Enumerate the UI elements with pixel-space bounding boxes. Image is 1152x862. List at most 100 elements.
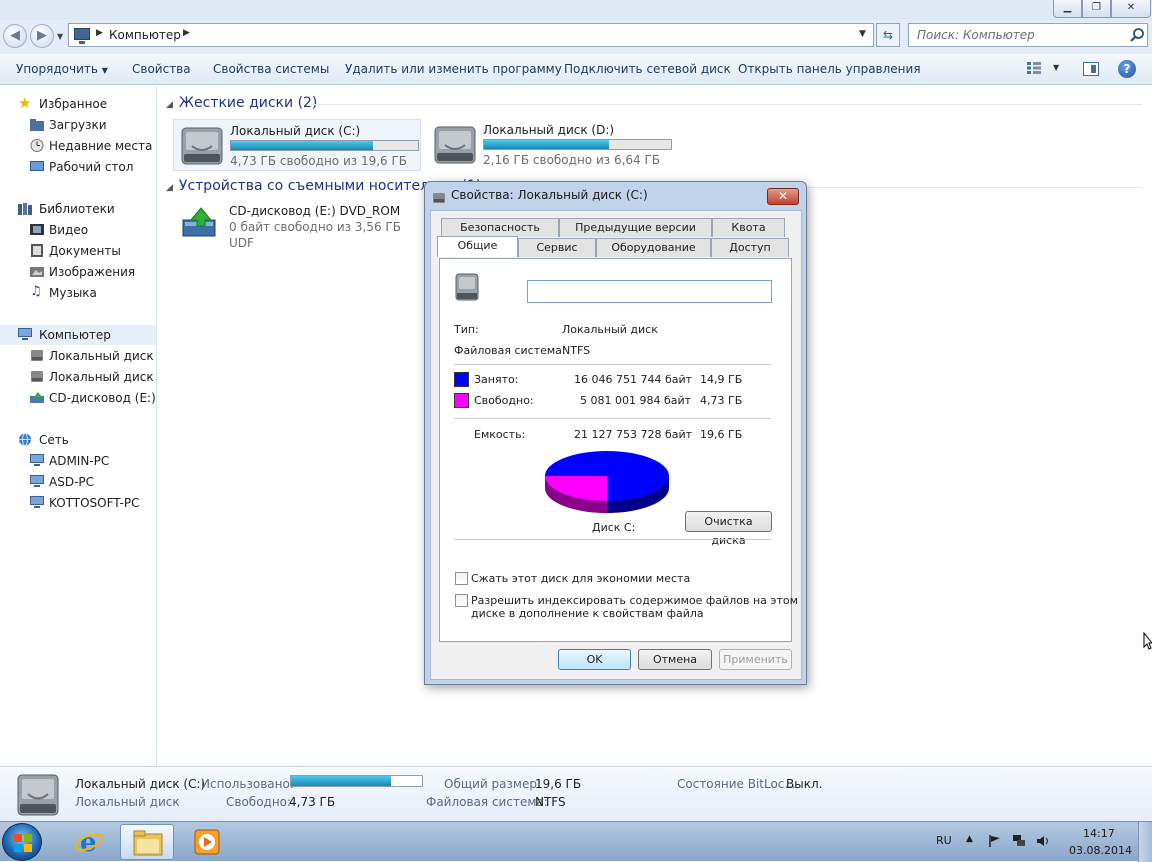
open-control-panel-button[interactable]: Открыть панель управления	[738, 62, 921, 76]
network-tray-icon[interactable]	[1012, 834, 1026, 848]
nav-label: Локальный диск (C:)	[49, 349, 156, 363]
taskbar-media-player[interactable]	[180, 824, 234, 860]
tab-general[interactable]: Общие	[437, 236, 518, 257]
start-button[interactable]	[2, 823, 42, 861]
free-space-swatch	[454, 393, 469, 408]
breadcrumb-computer[interactable]: Компьютер	[109, 28, 181, 42]
search-icon[interactable]	[1129, 27, 1145, 43]
view-options-icon[interactable]	[1027, 62, 1041, 74]
view-dropdown-icon[interactable]: ▼	[1053, 63, 1059, 72]
hard-drive-icon	[31, 350, 43, 361]
nav-documents[interactable]: Документы	[0, 241, 156, 261]
hard-drive-icon	[455, 273, 479, 301]
clock-time[interactable]: 14:17	[1083, 827, 1115, 840]
nav-drive-e[interactable]: CD-дисковод (E:) DVD_ROM	[0, 388, 156, 408]
nav-network-pc[interactable]: KOTTOSOFT-PC	[0, 493, 156, 513]
compress-checkbox[interactable]	[455, 572, 468, 585]
drive-usage-bar	[483, 139, 672, 150]
clock-date[interactable]: 03.08.2014	[1069, 844, 1132, 857]
svg-text:e: e	[80, 828, 97, 856]
details-drive-type: Локальный диск	[75, 795, 180, 809]
used-space-swatch	[454, 372, 469, 387]
nav-pictures[interactable]: Изображения	[0, 262, 156, 282]
collapse-triangle-icon[interactable]: ◢	[166, 183, 173, 193]
drive-tile-e[interactable]: CD-дисковод (E:) DVD_ROM 0 байт свободно…	[173, 200, 421, 252]
system-properties-button[interactable]: Свойства системы	[213, 62, 329, 76]
video-icon	[30, 224, 44, 235]
nav-label: ADMIN-PC	[49, 454, 110, 468]
nav-drive-c[interactable]: Локальный диск (C:)	[0, 346, 156, 366]
ok-button[interactable]: OK	[558, 649, 631, 670]
map-network-drive-button[interactable]: Подключить сетевой диск	[564, 62, 731, 76]
minimize-button[interactable]: ▁	[1053, 0, 1082, 18]
downloads-folder-icon	[30, 119, 44, 131]
cancel-button[interactable]: Отмена	[638, 649, 712, 670]
show-hidden-icons-icon[interactable]: ▲	[966, 834, 973, 844]
properties-dialog: Свойства: Локальный диск (C:) ✕ Безопасн…	[424, 181, 807, 685]
forward-arrow-icon: ▶	[37, 28, 47, 43]
collapse-triangle-icon[interactable]: ◢	[166, 100, 173, 110]
apply-button[interactable]: Применить	[719, 649, 792, 670]
desktop-icon	[30, 161, 44, 171]
index-checkbox[interactable]	[455, 594, 468, 607]
taskbar-internet-explorer[interactable]: e	[62, 824, 116, 860]
drive-free-space: 0 байт свободно из 3,56 ГБ	[229, 220, 401, 234]
nav-network-pc[interactable]: ADMIN-PC	[0, 451, 156, 471]
refresh-icon: ⇆	[882, 28, 894, 42]
address-dropdown-icon[interactable]: ▼	[859, 29, 866, 39]
refresh-button[interactable]: ⇆	[876, 23, 900, 47]
close-window-button[interactable]: ✕	[1111, 0, 1151, 18]
disk-cleanup-button[interactable]: Очистка диска	[685, 511, 772, 547]
tab-tools[interactable]: Сервис	[518, 238, 596, 257]
drive-usage-fill	[484, 140, 610, 149]
properties-button[interactable]: Свойства	[132, 62, 191, 76]
back-button[interactable]: ◀	[3, 24, 27, 48]
drive-free-space: 2,16 ГБ свободно из 6,64 ГБ	[483, 153, 661, 167]
volume-label-input[interactable]	[527, 280, 772, 303]
nav-favorites[interactable]: ★ Избранное	[0, 94, 156, 114]
nav-desktop[interactable]: Рабочий стол	[0, 157, 156, 177]
tab-quota[interactable]: Квота	[712, 218, 785, 237]
nav-recent-places[interactable]: Недавние места	[0, 136, 156, 156]
nav-network-pc[interactable]: ASD-PC	[0, 472, 156, 492]
help-button[interactable]: ?	[1118, 60, 1136, 78]
tab-hardware[interactable]: Оборудование	[596, 238, 711, 257]
taskbar-windows-explorer[interactable]	[120, 824, 174, 860]
dialog-title: Свойства: Локальный диск (C:)	[451, 188, 648, 202]
drive-tile-c[interactable]: Локальный диск (C:) 4,73 ГБ свободно из …	[173, 119, 421, 171]
details-free-label: Свободно:	[226, 795, 292, 809]
nav-video[interactable]: Видео	[0, 220, 156, 240]
language-indicator[interactable]: RU	[936, 834, 952, 847]
nav-music[interactable]: ♫ Музыка	[0, 283, 156, 303]
hard-disks-group-header[interactable]: ◢ Жесткие диски (2)	[166, 95, 317, 111]
nav-computer[interactable]: Компьютер	[0, 325, 156, 345]
drive-tile-d[interactable]: Локальный диск (D:) 2,16 ГБ свободно из …	[427, 119, 675, 171]
show-desktop-button[interactable]	[1138, 822, 1152, 862]
maximize-button[interactable]: ❐	[1082, 0, 1111, 18]
used-bytes: 16 046 751 744 байт	[574, 373, 693, 386]
nav-network[interactable]: Сеть	[0, 430, 156, 450]
breadcrumb-arrow-icon[interactable]: ▶	[96, 28, 103, 38]
history-dropdown-icon[interactable]: ▼	[57, 32, 65, 41]
search-input[interactable]: Поиск: Компьютер	[908, 23, 1148, 47]
volume-icon[interactable]	[1036, 834, 1050, 848]
tab-previous-versions[interactable]: Предыдущие версии	[559, 218, 712, 237]
organize-menu[interactable]: Упорядочить ▼	[16, 62, 108, 76]
network-computer-icon	[30, 454, 44, 466]
nav-drive-d[interactable]: Локальный диск (D:)	[0, 367, 156, 387]
preview-pane-icon[interactable]	[1083, 62, 1099, 76]
details-fs-label: Файловая система:	[426, 795, 548, 809]
uninstall-program-button[interactable]: Удалить или изменить программу	[345, 62, 562, 76]
address-bar[interactable]: ▶ Компьютер ▶ ▼	[68, 23, 874, 47]
tab-sharing[interactable]: Доступ	[711, 238, 789, 257]
tab-security[interactable]: Безопасность	[441, 218, 559, 237]
details-used-label: Использовано:	[201, 777, 294, 791]
forward-button[interactable]: ▶	[30, 24, 54, 48]
dialog-close-button[interactable]: ✕	[767, 188, 799, 205]
nav-libraries[interactable]: Библиотеки	[0, 199, 156, 219]
nav-downloads[interactable]: Загрузки	[0, 115, 156, 135]
nav-label: Изображения	[49, 265, 136, 279]
nav-label: Музыка	[49, 286, 97, 300]
breadcrumb-arrow-icon[interactable]: ▶	[183, 28, 190, 38]
action-center-flag-icon[interactable]	[988, 834, 1002, 848]
